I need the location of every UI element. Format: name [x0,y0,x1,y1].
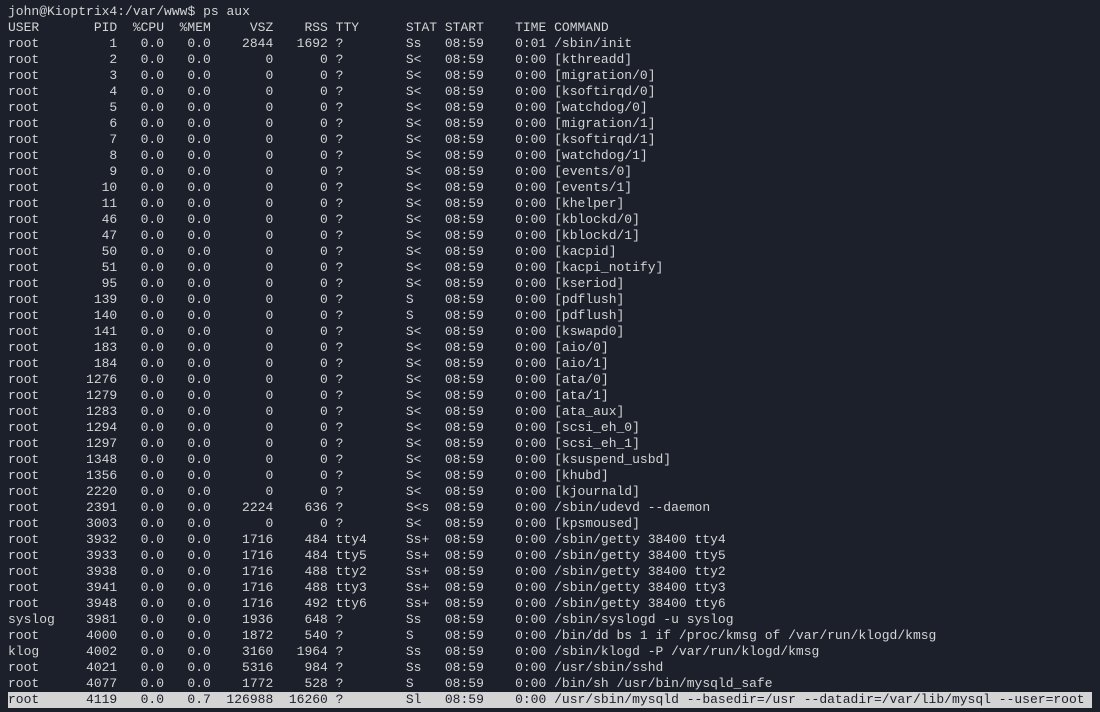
prompt-path: /var/www [125,4,187,19]
prompt-command: ps aux [203,4,250,19]
process-row: klog 4002 0.0 0.0 3160 1964 ? Ss 08:59 0… [8,644,1092,660]
process-row: root 1 0.0 0.0 2844 1692 ? Ss 08:59 0:01… [8,36,1092,52]
process-row: root 4077 0.0 0.0 1772 528 ? S 08:59 0:0… [8,676,1092,692]
process-row: root 4000 0.0 0.0 1872 540 ? S 08:59 0:0… [8,628,1092,644]
process-row: root 1348 0.0 0.0 0 0 ? S< 08:59 0:00 [k… [8,452,1092,468]
process-row: root 9 0.0 0.0 0 0 ? S< 08:59 0:00 [even… [8,164,1092,180]
process-row: root 3932 0.0 0.0 1716 484 tty4 Ss+ 08:5… [8,532,1092,548]
process-row: root 2391 0.0 0.0 2224 636 ? S<s 08:59 0… [8,500,1092,516]
process-list: root 1 0.0 0.0 2844 1692 ? Ss 08:59 0:01… [8,36,1092,708]
process-row: root 3938 0.0 0.0 1716 488 tty2 Ss+ 08:5… [8,564,1092,580]
process-row: root 2 0.0 0.0 0 0 ? S< 08:59 0:00 [kthr… [8,52,1092,68]
process-row: root 8 0.0 0.0 0 0 ? S< 08:59 0:00 [watc… [8,148,1092,164]
process-row: root 95 0.0 0.0 0 0 ? S< 08:59 0:00 [kse… [8,276,1092,292]
prompt-line: john@Kioptrix4:/var/www$ ps aux [8,4,1092,20]
process-row: root 184 0.0 0.0 0 0 ? S< 08:59 0:00 [ai… [8,356,1092,372]
process-row: root 4 0.0 0.0 0 0 ? S< 08:59 0:00 [ksof… [8,84,1092,100]
process-row: root 5 0.0 0.0 0 0 ? S< 08:59 0:00 [watc… [8,100,1092,116]
prompt-sep2: $ [187,4,195,19]
process-row: root 1276 0.0 0.0 0 0 ? S< 08:59 0:00 [a… [8,372,1092,388]
prompt-user-host: john@Kioptrix4 [8,4,117,19]
terminal[interactable]: john@Kioptrix4:/var/www$ ps aux USER PID… [8,4,1092,708]
process-row: root 3941 0.0 0.0 1716 488 tty3 Ss+ 08:5… [8,580,1092,596]
process-row: root 1279 0.0 0.0 0 0 ? S< 08:59 0:00 [a… [8,388,1092,404]
process-row: root 3933 0.0 0.0 1716 484 tty5 Ss+ 08:5… [8,548,1092,564]
process-row: root 1294 0.0 0.0 0 0 ? S< 08:59 0:00 [s… [8,420,1092,436]
process-row: root 51 0.0 0.0 0 0 ? S< 08:59 0:00 [kac… [8,260,1092,276]
process-row: root 140 0.0 0.0 0 0 ? S 08:59 0:00 [pdf… [8,308,1092,324]
process-row: root 4021 0.0 0.0 5316 984 ? Ss 08:59 0:… [8,660,1092,676]
process-row: root 10 0.0 0.0 0 0 ? S< 08:59 0:00 [eve… [8,180,1092,196]
process-row: root 183 0.0 0.0 0 0 ? S< 08:59 0:00 [ai… [8,340,1092,356]
process-row: root 4119 0.0 0.7 126988 16260 ? Sl 08:5… [8,692,1092,708]
process-row: root 3 0.0 0.0 0 0 ? S< 08:59 0:00 [migr… [8,68,1092,84]
process-row: root 1356 0.0 0.0 0 0 ? S< 08:59 0:00 [k… [8,468,1092,484]
process-row: root 141 0.0 0.0 0 0 ? S< 08:59 0:00 [ks… [8,324,1092,340]
process-row: root 6 0.0 0.0 0 0 ? S< 08:59 0:00 [migr… [8,116,1092,132]
process-row: root 139 0.0 0.0 0 0 ? S 08:59 0:00 [pdf… [8,292,1092,308]
process-row: root 3003 0.0 0.0 0 0 ? S< 08:59 0:00 [k… [8,516,1092,532]
process-row: root 11 0.0 0.0 0 0 ? S< 08:59 0:00 [khe… [8,196,1092,212]
process-row: root 2220 0.0 0.0 0 0 ? S< 08:59 0:00 [k… [8,484,1092,500]
ps-header: USER PID %CPU %MEM VSZ RSS TTY STAT STAR… [8,20,1092,36]
process-row: root 3948 0.0 0.0 1716 492 tty6 Ss+ 08:5… [8,596,1092,612]
process-row: root 1297 0.0 0.0 0 0 ? S< 08:59 0:00 [s… [8,436,1092,452]
process-row: root 47 0.0 0.0 0 0 ? S< 08:59 0:00 [kbl… [8,228,1092,244]
process-row: syslog 3981 0.0 0.0 1936 648 ? Ss 08:59 … [8,612,1092,628]
process-row: root 1283 0.0 0.0 0 0 ? S< 08:59 0:00 [a… [8,404,1092,420]
process-row: root 7 0.0 0.0 0 0 ? S< 08:59 0:00 [ksof… [8,132,1092,148]
process-row: root 46 0.0 0.0 0 0 ? S< 08:59 0:00 [kbl… [8,212,1092,228]
prompt-sep1: : [117,4,125,19]
process-row: root 50 0.0 0.0 0 0 ? S< 08:59 0:00 [kac… [8,244,1092,260]
